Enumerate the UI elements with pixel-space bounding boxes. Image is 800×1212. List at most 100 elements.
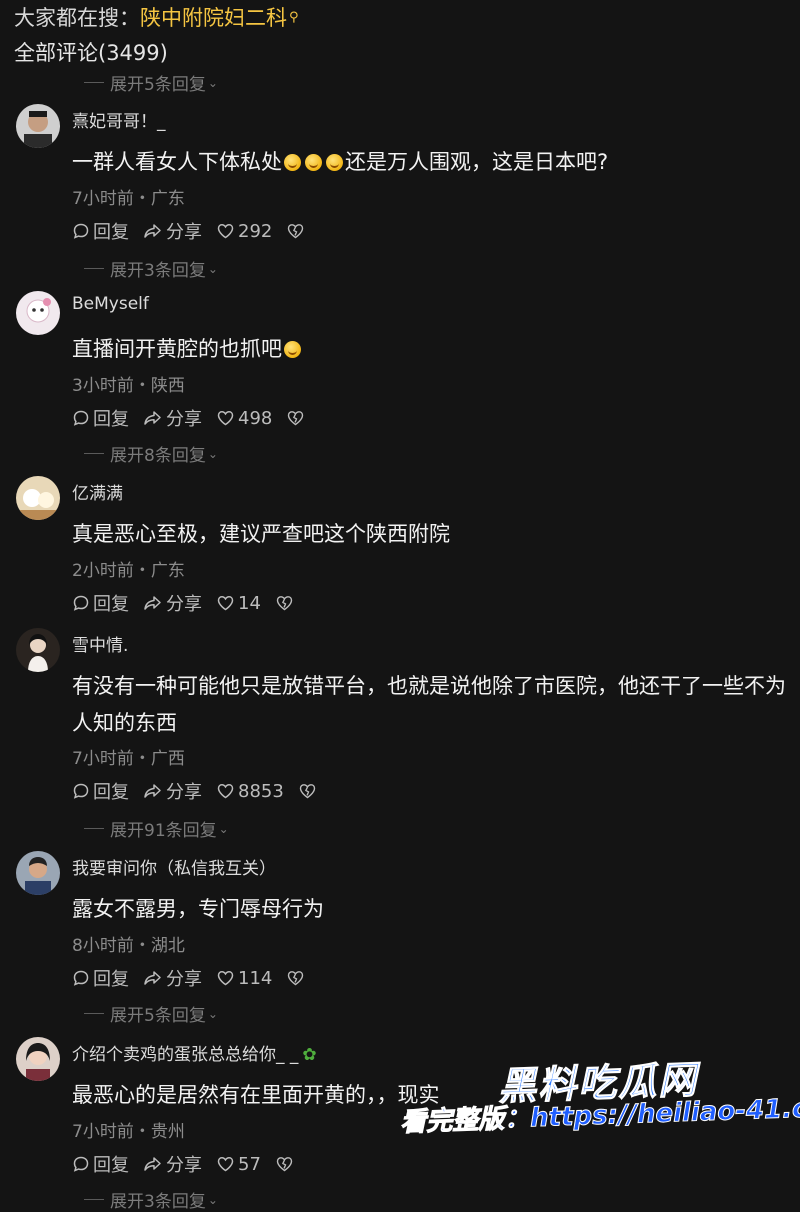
share-icon: [144, 596, 161, 610]
broken-heart-icon: [288, 224, 304, 239]
like-button[interactable]: 114: [216, 968, 272, 989]
like-button[interactable]: 14: [216, 593, 261, 614]
divider: [84, 82, 104, 83]
expand-replies-button[interactable]: 展开3条回复 ⌄: [84, 1187, 218, 1212]
comment-text: 直播间开黄腔的也抓吧: [72, 331, 792, 368]
dislike-button[interactable]: [275, 594, 297, 612]
comment-meta: 3小时前・陕西: [72, 376, 185, 396]
comment-meta: 7小时前・广东: [72, 189, 185, 209]
search-prefix: 大家都在搜：: [14, 6, 140, 30]
comment-meta: 7小时前・贵州: [72, 1122, 185, 1142]
avatar[interactable]: [16, 291, 60, 335]
emoji-icon: [284, 341, 301, 358]
dislike-button[interactable]: [286, 409, 308, 427]
divider: [84, 268, 104, 269]
comment-text: 一群人看女人下体私处 还是万人围观，这是日本吧?: [72, 150, 609, 174]
expand-replies-button[interactable]: 展开3条回复 ⌄: [84, 256, 218, 281]
divider: [84, 828, 104, 829]
avatar[interactable]: [16, 851, 60, 895]
share-button[interactable]: 分享: [143, 405, 202, 431]
comment-meta: 2小时前・广东: [72, 561, 185, 581]
broken-heart-icon: [288, 971, 304, 986]
broken-heart-icon: [299, 784, 316, 799]
username[interactable]: 介绍个卖鸡的蛋张总总给你_ _ ✿: [72, 1040, 317, 1065]
expand-replies-button[interactable]: 展开8条回复 ⌄: [84, 441, 218, 466]
comments-count: 全部评论(3499): [14, 41, 168, 65]
reply-button[interactable]: 回复: [72, 965, 129, 991]
heart-icon: [217, 784, 234, 799]
share-icon: [144, 224, 161, 238]
chevron-down-icon: ⌄: [207, 261, 218, 276]
comment-icon: [73, 410, 89, 426]
username[interactable]: BeMyself: [72, 294, 149, 314]
dislike-button[interactable]: [286, 222, 308, 240]
avatar[interactable]: [16, 476, 60, 520]
share-icon: [144, 1157, 161, 1171]
share-button[interactable]: 分享: [143, 965, 202, 991]
expand-replies-button[interactable]: 展开91条回复 ⌄: [84, 816, 229, 841]
like-count: 57: [238, 1153, 261, 1175]
broken-heart-icon: [288, 411, 304, 426]
share-button[interactable]: 分享: [143, 218, 202, 244]
chevron-down-icon: ⌄: [218, 821, 229, 836]
broken-heart-icon: [276, 596, 293, 611]
comment-text: 露女不露男，专门辱母行为: [72, 897, 324, 921]
dislike-button[interactable]: [298, 782, 320, 800]
comment-text: 真是恶心至极，建议严查吧这个陕西附院: [72, 522, 450, 546]
reply-button[interactable]: 回复: [72, 1151, 129, 1177]
reply-button[interactable]: 回复: [72, 218, 129, 244]
chevron-down-icon: ⌄: [207, 1192, 218, 1207]
avatar[interactable]: [16, 1037, 60, 1081]
divider: [84, 1199, 104, 1200]
heart-icon: [217, 411, 234, 426]
comment-meta: 7小时前・广西: [72, 749, 185, 769]
share-button[interactable]: 分享: [143, 778, 202, 804]
share-icon: [144, 411, 161, 425]
search-suggestion[interactable]: 大家都在搜：陕中附院妇二科 ⚲: [14, 2, 299, 32]
username[interactable]: 雪中情.: [72, 631, 128, 656]
username[interactable]: 我要审问你（私信我互关）: [72, 854, 276, 879]
comment-icon: [73, 223, 89, 239]
broken-heart-icon: [276, 1157, 293, 1172]
dislike-button[interactable]: [286, 969, 308, 987]
like-button[interactable]: 57: [216, 1154, 261, 1175]
dislike-button[interactable]: [275, 1155, 297, 1173]
heart-icon: [217, 971, 234, 986]
username[interactable]: 熹妃哥哥！_: [72, 107, 166, 132]
comment-icon: [73, 783, 89, 799]
divider: [84, 1013, 104, 1014]
comment-icon: [73, 1156, 89, 1172]
comment-text: 有没有一种可能他只是放错平台，也就是说他除了市医院，他还干了一些不为人知的东西: [72, 674, 786, 735]
like-count: 498: [238, 407, 273, 429]
chevron-down-icon: ⌄: [207, 75, 218, 90]
like-button[interactable]: 8853: [216, 781, 284, 802]
expand-replies-button[interactable]: 展开5条回复 ⌄: [84, 70, 218, 95]
comment-icon: [73, 970, 89, 986]
like-count: 292: [238, 220, 273, 242]
like-count: 14: [238, 592, 261, 614]
like-count: 8853: [238, 780, 284, 802]
emoji-icon: [284, 154, 301, 171]
emoji-icon: [305, 154, 322, 171]
emoji-icon: [326, 154, 343, 171]
chevron-down-icon: ⌄: [207, 1006, 218, 1021]
username[interactable]: 亿满满: [72, 479, 123, 504]
share-button[interactable]: 分享: [143, 1151, 202, 1177]
avatar[interactable]: [16, 104, 60, 148]
comment-meta: 8小时前・湖北: [72, 936, 185, 956]
reply-button[interactable]: 回复: [72, 778, 129, 804]
chevron-down-icon: ⌄: [207, 446, 218, 461]
avatar[interactable]: [16, 628, 60, 672]
expand-replies-button[interactable]: 展开5条回复 ⌄: [84, 1001, 218, 1026]
share-icon: [144, 784, 161, 798]
share-icon: [144, 971, 161, 985]
search-keyword[interactable]: 陕中附院妇二科: [140, 6, 287, 30]
like-button[interactable]: 498: [216, 408, 272, 429]
share-button[interactable]: 分享: [143, 590, 202, 616]
like-count: 114: [238, 967, 273, 989]
search-icon[interactable]: ⚲: [289, 10, 299, 25]
reply-button[interactable]: 回复: [72, 405, 129, 431]
like-button[interactable]: 292: [216, 221, 272, 242]
reply-button[interactable]: 回复: [72, 590, 129, 616]
divider: [84, 453, 104, 454]
